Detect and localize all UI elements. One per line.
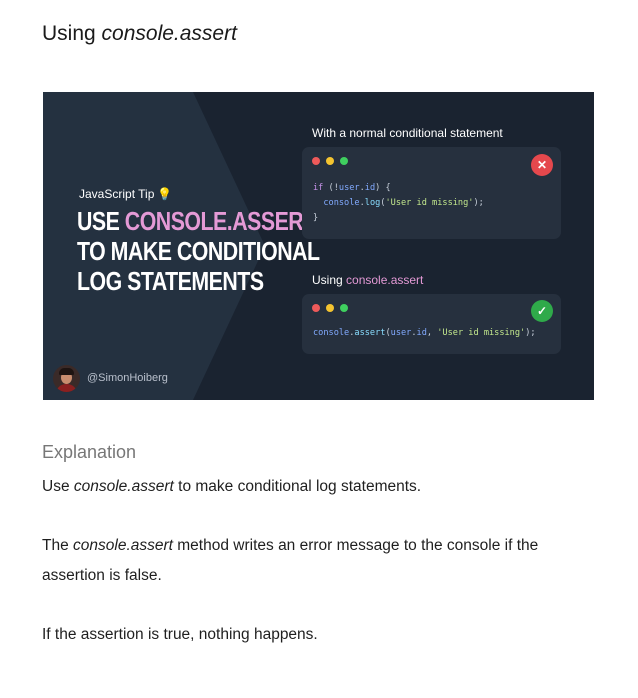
window-dot-red: [312, 304, 320, 312]
window-dot-green: [340, 157, 348, 165]
cross-icon: ✕: [531, 154, 553, 176]
code-window-assert: ✓ console.assert(user.id, 'User id missi…: [302, 294, 561, 354]
code-line: if (!user.id) {: [313, 183, 391, 193]
headline-line-3: LOG STATEMENTS: [77, 266, 264, 296]
code-line: console.log('User id missing');: [323, 198, 484, 208]
headline-line-2: TO MAKE CONDITIONAL: [77, 236, 320, 266]
code-line: }: [313, 213, 319, 223]
window-dot-yellow: [326, 304, 334, 312]
example-bad-label: With a normal conditional statement: [312, 126, 503, 140]
tip-banner-image: JavaScript Tip 💡 USE CONSOLE.ASSERT TO MA…: [43, 92, 594, 400]
window-dot-red: [312, 157, 320, 165]
window-dot-green: [340, 304, 348, 312]
banner-headline: USE CONSOLE.ASSERT TO MAKE CONDITIONAL L…: [77, 206, 320, 296]
explanation-paragraph-1: Use console.assert to make conditional l…: [42, 478, 422, 495]
headline-line-1: USE CONSOLE.ASSERT: [77, 206, 316, 236]
lightbulb-icon: 💡: [157, 187, 173, 201]
example-good-label: Using console.assert: [312, 273, 424, 287]
page-title-code: console.assert: [101, 22, 237, 45]
code-block-assert: console.assert(user.id, 'User id missing…: [313, 328, 536, 338]
author-avatar: [53, 365, 80, 392]
explanation-heading: Explanation: [42, 442, 137, 462]
explanation-paragraph-2: The console.assert method writes an erro…: [42, 537, 539, 584]
check-icon: ✓: [531, 300, 553, 322]
explanation-paragraph-3: If the assertion is true, nothing happen…: [42, 626, 318, 643]
window-controls: [312, 157, 348, 165]
code-window-conditional: ✕ if (!user.id) { console.log('User id m…: [302, 147, 561, 239]
page-title: Using console.assert: [42, 22, 237, 45]
tip-label: JavaScript Tip 💡: [79, 187, 173, 201]
code-block-conditional: if (!user.id) { console.log('User id mis…: [313, 181, 484, 226]
window-controls: [312, 304, 348, 312]
author-handle: @SimonHoiberg: [87, 372, 168, 384]
window-dot-yellow: [326, 157, 334, 165]
